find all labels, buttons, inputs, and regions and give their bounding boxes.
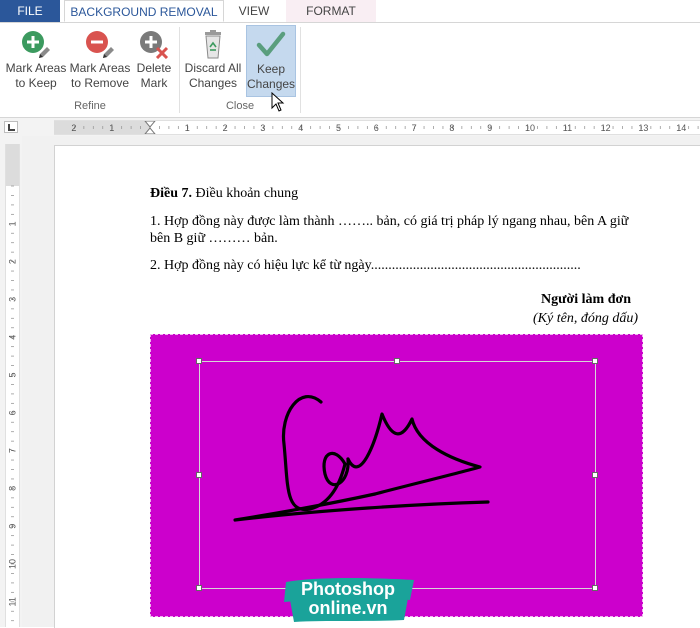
tab-selector-button[interactable] [4,121,18,133]
checkmark-icon [255,30,287,60]
ruler-number: 13 [638,123,648,133]
mark-areas-to-keep-button[interactable]: Mark Areas to Keep [4,25,68,97]
group-label-refine: Refine [74,100,106,112]
watermark-logo: Photoshop online.vn [280,576,416,624]
keep-changes-button[interactable]: Keep Changes [246,25,296,97]
mark-areas-to-remove-button[interactable]: Mark Areas to Remove [68,25,132,97]
ruler-number: 1 [185,123,190,133]
ruler-number: 10 [8,559,18,569]
resize-handle-right[interactable] [592,472,598,478]
tab-file[interactable]: FILE [0,0,60,22]
ruler-number: 2 [223,123,228,133]
clause-2: 2. Hợp đồng này có hiệu lực kể từ ngày..… [150,258,581,273]
minus-pencil-icon [84,29,116,59]
delete-mark-button[interactable]: Delete Mark [132,25,176,97]
clause-1-line-2: bên B giữ ……… bản. [150,231,278,246]
ruler-number: 2 [71,123,76,133]
resize-handle-top-left[interactable] [196,358,202,364]
article-title: Điều khoản chung [192,186,299,201]
resize-handle-bottom-left[interactable] [196,585,202,591]
clause-1-line-1: 1. Hợp đồng này được làm thành …….. bản,… [150,214,629,229]
eraser-x-icon [138,29,170,60]
ruler-number: 12 [601,123,611,133]
tab-view[interactable]: VIEW [226,0,282,22]
tab-format[interactable]: FORMAT [286,0,376,22]
vertical-ruler-area: 123456789101112 [0,136,22,627]
mark-areas-to-keep-label: Mark Areas to Keep [5,61,67,90]
ribbon: Mark Areas to Keep Mark Areas to Remove … [0,23,700,118]
resize-handle-left[interactable] [196,472,202,478]
ruler-number: 6 [8,410,18,415]
ruler-number: 3 [260,123,265,133]
resize-handle-bottom-right[interactable] [592,585,598,591]
tab-background-removal[interactable]: BACKGROUND REMOVAL [64,0,224,22]
background-removal-selection[interactable] [199,361,596,589]
ruler-number: 7 [8,448,18,453]
signer-subtitle: (Ký tên, đóng dấu) [533,311,638,326]
ruler-number: 8 [449,123,454,133]
ruler-number: 8 [8,486,18,491]
ruler-number: 11 [8,597,18,606]
watermark-line-2: online.vn [308,598,388,618]
delete-mark-label: Delete Mark [136,61,172,90]
ruler-number: 2 [8,259,18,264]
ruler-number: 9 [8,524,18,529]
vertical-ruler[interactable]: 123456789101112 [5,144,20,627]
ruler-number: 1 [8,221,18,226]
ruler-number: 11 [563,123,572,133]
signer-title: Người làm đơn [541,292,632,307]
ruler-number: 14 [676,123,686,133]
mouse-cursor-icon [271,92,285,112]
watermark-text: Photoshop online.vn [280,580,416,618]
plus-pencil-icon [20,29,52,59]
discard-all-changes-label: Discard All Changes [184,61,242,90]
ruler-number: 3 [8,297,18,302]
mark-areas-to-remove-label: Mark Areas to Remove [69,61,131,90]
horizontal-ruler-ticks: 2 1 1 2 3 4 5 6 7 8 9 10 11 12 13 14 [71,121,699,134]
ribbon-tab-bar: FILE BACKGROUND REMOVAL VIEW FORMAT [0,0,700,23]
ruler-number: 9 [487,123,492,133]
ruler-number: 4 [298,123,303,133]
horizontal-ruler-area: 2 1 1 2 3 4 5 6 7 8 9 10 11 12 13 14 [0,118,700,136]
ruler-number: 5 [336,123,341,133]
resize-handle-top-right[interactable] [592,358,598,364]
ruler-number: 5 [8,372,18,377]
horizontal-ruler[interactable]: 2 1 1 2 3 4 5 6 7 8 9 10 11 12 13 14 [54,120,700,135]
keep-changes-label: Keep Changes [247,62,296,91]
ruler-number: 6 [374,123,379,133]
watermark-line-1: Photoshop [301,579,395,599]
vertical-ruler-ticks: 123456789101112 [8,185,18,622]
resize-handle-top[interactable] [394,358,400,364]
article-heading: Điều 7. Điều khoản chung [150,186,298,202]
group-separator [300,27,301,113]
article-number: Điều 7. [150,186,192,201]
discard-all-changes-button[interactable]: Discard All Changes [182,25,244,97]
ruler-number: 7 [412,123,417,133]
ruler-number: 4 [8,335,18,340]
ruler-number: 10 [525,123,535,133]
recycle-bin-icon [197,29,229,59]
ruler-number: 1 [109,123,114,133]
